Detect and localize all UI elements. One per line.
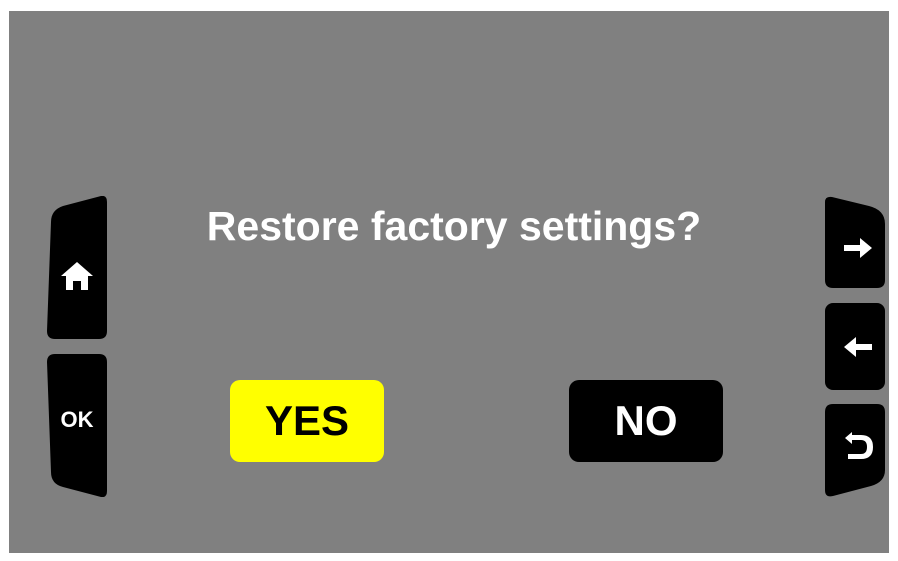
back-key[interactable] [825,404,887,497]
yes-button[interactable]: YES [230,380,384,462]
left-arrow-key[interactable] [825,303,887,390]
ok-key[interactable]: OK [45,354,109,497]
back-key-shape [825,404,885,497]
dialog-prompt: Restore factory settings? [206,203,702,249]
no-button[interactable]: NO [569,380,723,462]
dialog-screen: Restore factory settings? [9,11,889,553]
home-key[interactable] [45,196,109,339]
right-arrow-key[interactable] [825,196,887,288]
right-arrow-key-shape [825,196,885,288]
ok-key-shape [47,354,107,497]
home-key-shape [47,196,107,339]
left-arrow-key-shape [825,303,885,390]
